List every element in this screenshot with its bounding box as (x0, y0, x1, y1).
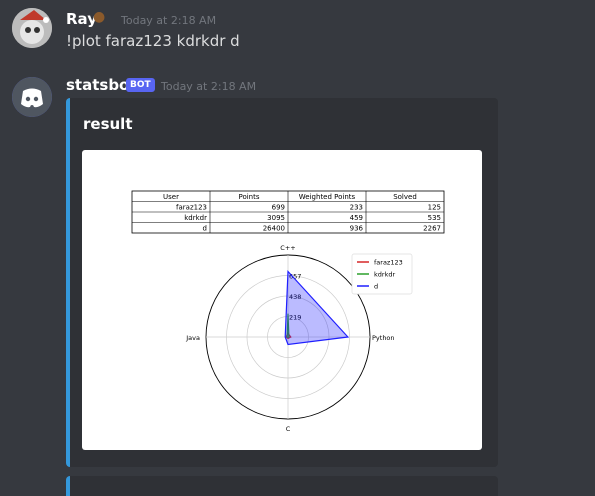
table-cell: 233 (350, 204, 363, 212)
table-cell: 699 (272, 204, 285, 212)
result-embed: result User Points Weighted Points Solved fa… (66, 98, 498, 467)
table-cell: 535 (428, 214, 441, 222)
table-cell: 125 (428, 204, 441, 212)
radar-axis-label: C++ (280, 244, 295, 252)
message-timestamp: Today at 2:18 AM (161, 80, 257, 93)
table-cell: 26400 (263, 225, 285, 233)
discord-logo-icon (12, 77, 52, 117)
next-embed (66, 476, 498, 496)
radar-axis-label: Python (372, 334, 395, 342)
user-avatar[interactable] (12, 8, 52, 48)
table-cell: 3095 (267, 214, 285, 222)
table-cell: 2267 (423, 225, 441, 233)
radar-axis-label: Java (185, 334, 200, 342)
table-cell: 936 (350, 225, 364, 233)
legend-label-kdrkdr: kdrkdr (374, 271, 395, 279)
table-cell: faraz123 (176, 204, 207, 212)
table-header-cell: Weighted Points (299, 193, 356, 201)
table-cell: 459 (350, 214, 363, 222)
table-header-cell: Points (238, 193, 259, 201)
radar-axis-label: C (286, 425, 291, 433)
embed-title: result (83, 115, 133, 133)
bear-emoji-icon: ● (93, 9, 106, 25)
plot-figure: User Points Weighted Points Solved faraz123 6… (131, 190, 445, 433)
legend-label-d: d (374, 283, 378, 291)
message-timestamp: Today at 2:18 AM (121, 14, 217, 27)
table-header-cell: User (163, 193, 179, 201)
table-cell: kdrkdr (184, 214, 207, 222)
table-cell: d (203, 225, 207, 233)
bot-avatar[interactable] (12, 77, 52, 117)
bot-badge: BOT (126, 78, 155, 92)
result-image[interactable]: User Points Weighted Points Solved faraz123 6… (82, 150, 482, 450)
table-header-cell: Solved (393, 193, 417, 201)
legend-label-faraz123: faraz123 (374, 259, 403, 267)
message-content: !plot faraz123 kdrkdr d (66, 32, 240, 50)
